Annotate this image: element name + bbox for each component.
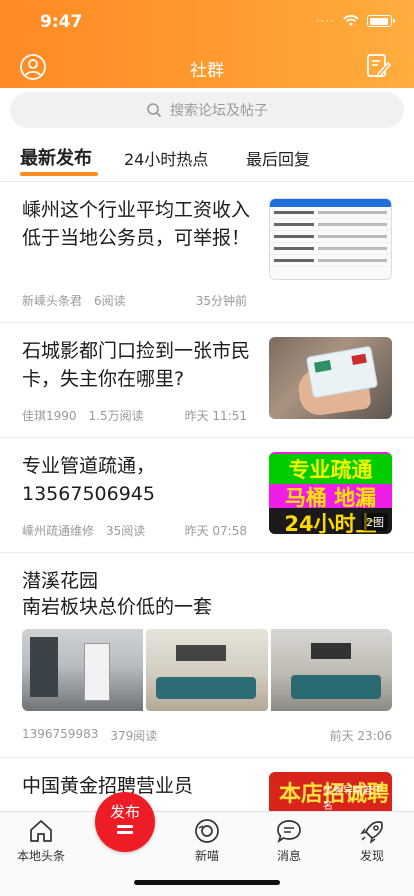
post-thumbnail: [269, 198, 392, 280]
tab-messages[interactable]: 消息: [254, 818, 324, 864]
tab-new-meow[interactable]: 新喵: [172, 818, 242, 864]
post-time: 35分钟前: [195, 294, 247, 308]
post-author: 新嵊头条君: [22, 294, 83, 308]
status-icons: ····: [315, 14, 395, 28]
gallery-image[interactable]: [270, 629, 392, 711]
post-thumbnail: 专业疏通 马桶 地漏 24小时上 2图: [269, 452, 392, 534]
list-item[interactable]: 专业管道疏通，13567506945 嵊州疏通维修 35阅读 昨天 07:58 …: [0, 438, 414, 553]
list-item[interactable]: 潜溪花园 南岩板块总价低的一套 1396759983 379阅读 前天 23:0…: [0, 553, 414, 758]
post-author: 1396759983: [22, 727, 99, 741]
publish-icon: [117, 825, 133, 834]
post-meta: 1396759983 379阅读: [22, 727, 157, 744]
tab-local-news[interactable]: 本地头条: [6, 818, 76, 864]
publish-label: 发布: [109, 803, 140, 821]
post-title-line: 潜溪花园: [22, 570, 99, 592]
post-meta: 佳琪1990 1.5万阅读: [22, 407, 144, 424]
tab-24h-hot[interactable]: 24小时热点: [124, 146, 208, 170]
battery-icon: [367, 15, 395, 27]
home-icon: [30, 820, 52, 842]
list-item[interactable]: 石城影都门口捡到一张市民卡，失主你在哪里? 佳琪1990 1.5万阅读 昨天 1…: [0, 323, 414, 438]
post-time: 昨天 07:58: [184, 524, 247, 538]
ad-text: 专业疏通: [269, 454, 392, 484]
tab-active-indicator: [20, 172, 98, 176]
search-placeholder: 搜索论坛及帖子: [170, 103, 268, 119]
post-thumbnail: 本店招诚聘 优秀导购若干名: [269, 772, 392, 812]
search-icon: [147, 103, 162, 118]
post-time: 昨天 11:51: [184, 409, 247, 423]
edit-note-icon: [367, 54, 392, 78]
wifi-icon: [343, 15, 359, 26]
post-title: 石城影都门口捡到一张市民卡，失主你在哪里?: [22, 340, 251, 390]
post-reads: 379阅读: [110, 729, 158, 743]
post-meta: 嵊州疏通维修 35阅读: [22, 522, 145, 539]
tab-label: 新喵: [194, 849, 219, 863]
post-reads: 1.5万阅读: [88, 409, 144, 423]
post-title: 专业管道疏通，13567506945: [22, 455, 156, 505]
home-indicator: [134, 880, 280, 885]
tab-latest[interactable]: 最新发布: [20, 144, 92, 170]
page-title: 社群: [190, 61, 224, 81]
rocket-icon: [360, 821, 383, 844]
camera-icon: [195, 819, 219, 843]
tab-last-reply[interactable]: 最后回复: [246, 146, 310, 170]
image-count-badge: 2图: [362, 513, 388, 531]
chat-icon: [277, 820, 301, 844]
list-item[interactable]: 嵊州这个行业平均工资收入低于当地公务员，可举报！ 新嵊头条君 6阅读 35分钟前: [0, 182, 414, 323]
tab-label: 本地头条: [16, 849, 65, 863]
status-time: 9:47: [40, 12, 83, 32]
post-reads: 35阅读: [106, 524, 146, 538]
post-author: 佳琪1990: [22, 409, 77, 423]
post-thumbnail: [269, 337, 392, 419]
search-input[interactable]: 搜索论坛及帖子: [10, 92, 404, 128]
tab-label: 发现: [359, 849, 384, 863]
tab-discover[interactable]: 发现: [337, 818, 407, 864]
post-title: 嵊州这个行业平均工资收入低于当地公务员，可举报！: [22, 199, 251, 249]
post-meta: 新嵊头条君 6阅读: [22, 292, 126, 309]
post-time: 前天 23:06: [329, 729, 392, 743]
gallery-image[interactable]: [146, 629, 268, 711]
post-reads: 6阅读: [94, 294, 126, 308]
search-area: 搜索论坛及帖子: [0, 88, 414, 132]
compose-button[interactable]: [364, 52, 394, 82]
gallery-image[interactable]: [22, 629, 144, 711]
top-header: 9:47 ···· 社群: [0, 0, 414, 88]
recruit-subtext: 优秀导购若干名: [323, 786, 383, 812]
publish-button[interactable]: 发布: [95, 792, 155, 852]
post-title-line: 南岩板块总价低的一套: [22, 596, 213, 618]
image-gallery: [22, 629, 392, 711]
tab-strip: 最新发布 24小时热点 最后回复: [0, 132, 414, 182]
bottom-tab-bar: 本地头条 发布 新喵 消息 发现: [0, 792, 414, 896]
signal-dots-icon: ····: [315, 14, 335, 28]
list-item[interactable]: 中国黄金招聘营业员 本店招诚聘 优秀导购若干名: [0, 758, 414, 818]
tab-label: 消息: [276, 849, 301, 863]
post-author: 嵊州疏通维修: [22, 524, 95, 538]
